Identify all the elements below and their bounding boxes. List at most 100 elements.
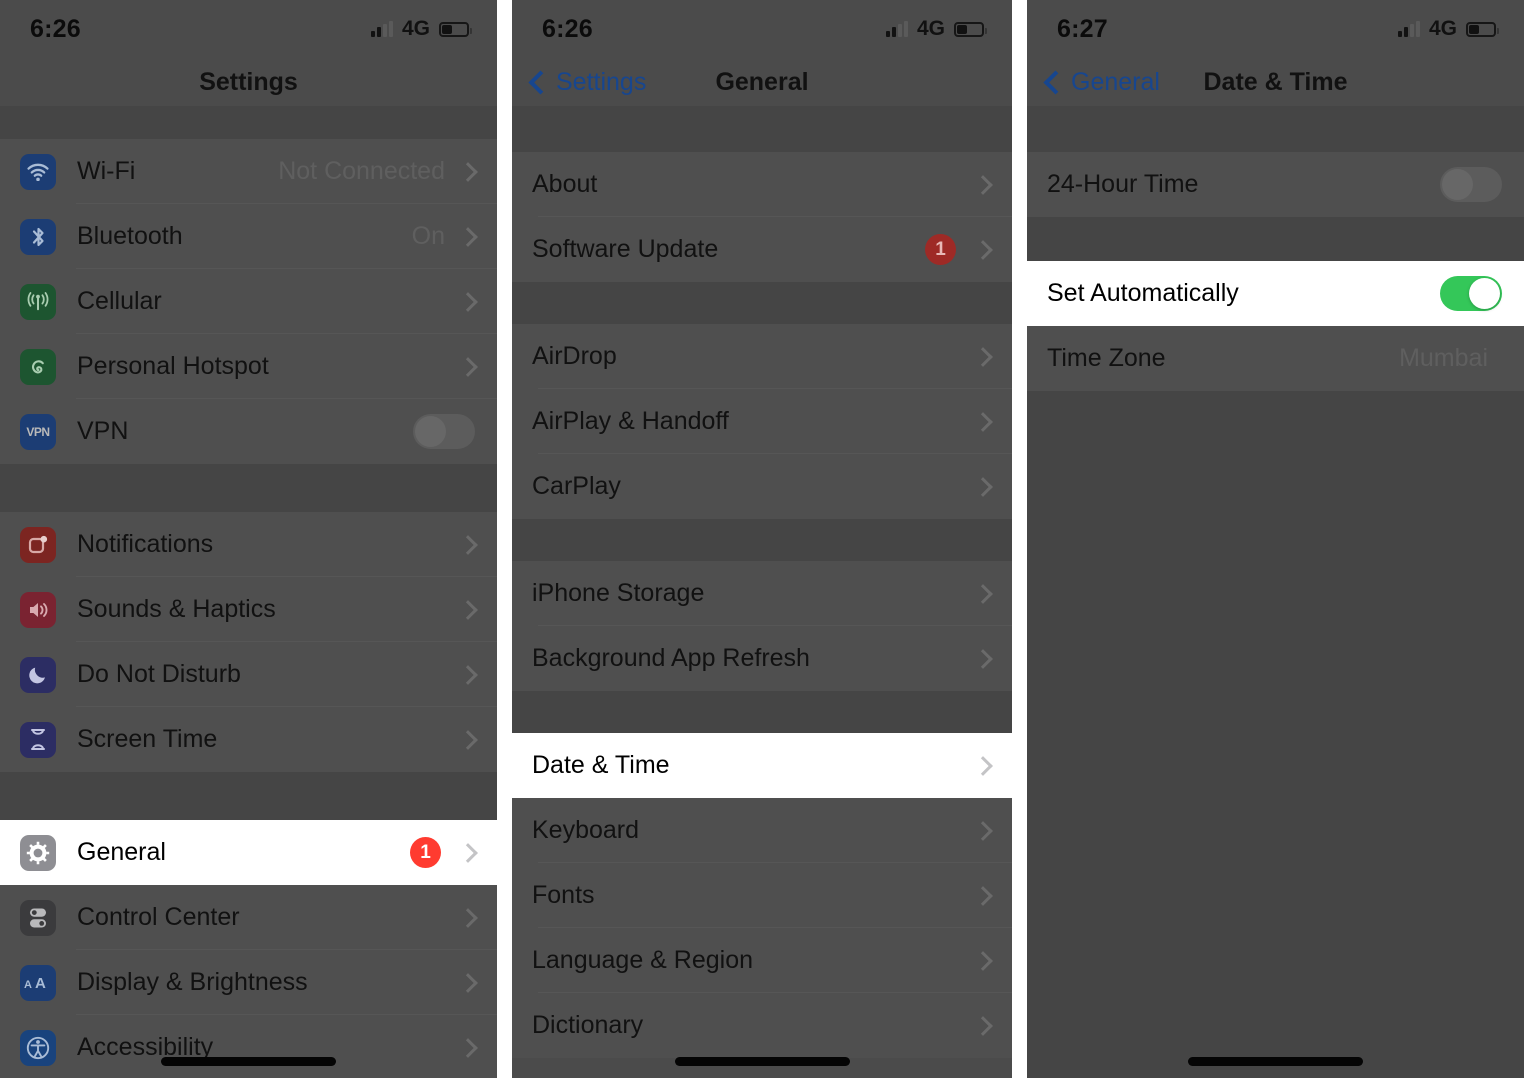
phone-panel-general: 6:26 4G Settings General About Software: [512, 0, 1012, 1078]
back-button-label: Settings: [556, 67, 647, 96]
vpn-toggle[interactable]: [413, 414, 475, 449]
general-group-storage: iPhone Storage Background App Refresh: [512, 561, 1012, 691]
sidebar-item-general[interactable]: General 1: [0, 820, 497, 885]
sidebar-item-bluetooth[interactable]: Bluetooth On: [0, 204, 497, 269]
chevron-left-icon: [528, 69, 553, 95]
status-bar-clock: 6:26: [542, 14, 593, 43]
list-item-label: About: [532, 170, 598, 198]
chevron-right-icon: [458, 1037, 478, 1058]
group-spacer: [0, 464, 497, 512]
sounds-haptics-icon: [20, 591, 56, 628]
list-item-fonts[interactable]: Fonts: [512, 863, 1012, 928]
back-button[interactable]: General: [1043, 58, 1160, 106]
sidebar-item-label: VPN: [77, 417, 129, 445]
home-indicator: [0, 1057, 497, 1066]
set-automatically-toggle[interactable]: [1440, 276, 1502, 311]
status-badge: 1: [410, 837, 441, 868]
network-type-label: 4G: [401, 17, 430, 40]
svg-text:A: A: [35, 975, 46, 992]
battery-icon: [439, 21, 472, 37]
group-spacer: [512, 519, 1012, 561]
sidebar-item-cellular[interactable]: Cellular: [0, 269, 497, 334]
vpn-icon: VPN: [20, 413, 56, 450]
list-item-label: Software Update: [532, 235, 719, 263]
navigation-bar: Settings General: [512, 58, 1012, 106]
list-item-24-hour-time[interactable]: 24-Hour Time: [1027, 152, 1524, 217]
page-title: Date & Time: [1203, 67, 1348, 96]
navigation-bar: Settings: [0, 58, 497, 106]
general-group-info: About Software Update 1: [512, 152, 1012, 282]
sidebar-item-label: Bluetooth: [77, 222, 183, 250]
group-spacer: [512, 691, 1012, 733]
list-item-keyboard[interactable]: Keyboard: [512, 798, 1012, 863]
chevron-right-icon: [458, 356, 478, 377]
24-hour-time-toggle[interactable]: [1440, 167, 1502, 202]
list-item-set-automatically[interactable]: Set Automatically: [1027, 261, 1524, 326]
sidebar-item-personal-hotspot[interactable]: Personal Hotspot: [0, 334, 497, 399]
sidebar-item-screen-time[interactable]: Screen Time: [0, 707, 497, 772]
sidebar-item-vpn[interactable]: VPN VPN: [0, 399, 497, 464]
chevron-right-icon: [458, 972, 478, 993]
time-zone-value: Mumbai: [1399, 344, 1488, 372]
group-spacer: [1027, 217, 1524, 261]
list-item-language-region[interactable]: Language & Region: [512, 928, 1012, 993]
back-button[interactable]: Settings: [528, 58, 647, 106]
list-item-date-time[interactable]: Date & Time: [512, 733, 1012, 798]
list-item-airplay-handoff[interactable]: AirPlay & Handoff: [512, 389, 1012, 454]
chevron-right-icon: [458, 907, 478, 928]
status-bar-clock: 6:26: [30, 14, 81, 43]
status-bar: 6:26 4G: [512, 0, 1012, 58]
list-item-label: Background App Refresh: [532, 644, 810, 672]
chevron-right-icon: [458, 161, 478, 182]
list-item-software-update[interactable]: Software Update 1: [512, 217, 1012, 282]
status-bar-clock: 6:27: [1057, 14, 1108, 43]
general-icon: [20, 834, 56, 871]
sidebar-item-wifi[interactable]: Wi-Fi Not Connected: [0, 139, 497, 204]
list-item-label: AirDrop: [532, 342, 617, 370]
sidebar-item-label: Control Center: [77, 903, 240, 931]
battery-icon: [1466, 21, 1499, 37]
page-title: Settings: [199, 67, 298, 96]
group-spacer: [0, 106, 497, 139]
wifi-icon: [20, 153, 56, 190]
list-item-label: Time Zone: [1047, 344, 1166, 372]
sidebar-item-display-brightness[interactable]: AA Display & Brightness: [0, 950, 497, 1015]
chevron-right-icon: [973, 476, 993, 497]
chevron-right-icon: [458, 842, 478, 863]
screen-time-icon: [20, 721, 56, 758]
list-item-iphone-storage[interactable]: iPhone Storage: [512, 561, 1012, 626]
sidebar-item-accessibility[interactable]: Accessibility: [0, 1015, 497, 1078]
sidebar-item-control-center[interactable]: Control Center: [0, 885, 497, 950]
list-item-label: CarPlay: [532, 472, 621, 500]
list-item-about[interactable]: About: [512, 152, 1012, 217]
chevron-right-icon: [973, 346, 993, 367]
status-bar-indicators: 4G: [1397, 17, 1499, 41]
list-item-label: AirPlay & Handoff: [532, 407, 729, 435]
sidebar-item-label: Display & Brightness: [77, 968, 308, 996]
list-item-time-zone[interactable]: Time Zone Mumbai: [1027, 326, 1524, 391]
group-spacer: [512, 282, 1012, 324]
date-time-group-format: 24-Hour Time: [1027, 152, 1524, 217]
chevron-right-icon: [973, 950, 993, 971]
list-item-carplay[interactable]: CarPlay: [512, 454, 1012, 519]
chevron-right-icon: [973, 583, 993, 604]
sidebar-item-label: Screen Time: [77, 725, 218, 753]
bluetooth-status-value: On: [411, 222, 445, 250]
sidebar-item-do-not-disturb[interactable]: Do Not Disturb: [0, 642, 497, 707]
sidebar-item-label: Do Not Disturb: [77, 660, 241, 688]
chevron-right-icon: [973, 411, 993, 432]
chevron-right-icon: [458, 534, 478, 555]
sidebar-item-notifications[interactable]: Notifications: [0, 512, 497, 577]
back-button-label: General: [1071, 67, 1160, 96]
sidebar-item-label: General: [77, 838, 166, 866]
chevron-right-icon: [973, 755, 993, 776]
list-item-label: Set Automatically: [1047, 279, 1239, 307]
sidebar-item-label: Personal Hotspot: [77, 352, 269, 380]
list-item-background-app-refresh[interactable]: Background App Refresh: [512, 626, 1012, 691]
list-item-airdrop[interactable]: AirDrop: [512, 324, 1012, 389]
list-item-dictionary[interactable]: Dictionary: [512, 993, 1012, 1058]
sidebar-item-sounds-haptics[interactable]: Sounds & Haptics: [0, 577, 497, 642]
list-item-label: Date & Time: [532, 751, 670, 779]
settings-group-connectivity: Wi-Fi Not Connected Bluetooth On Cellula…: [0, 139, 497, 464]
home-indicator: [512, 1057, 1012, 1066]
